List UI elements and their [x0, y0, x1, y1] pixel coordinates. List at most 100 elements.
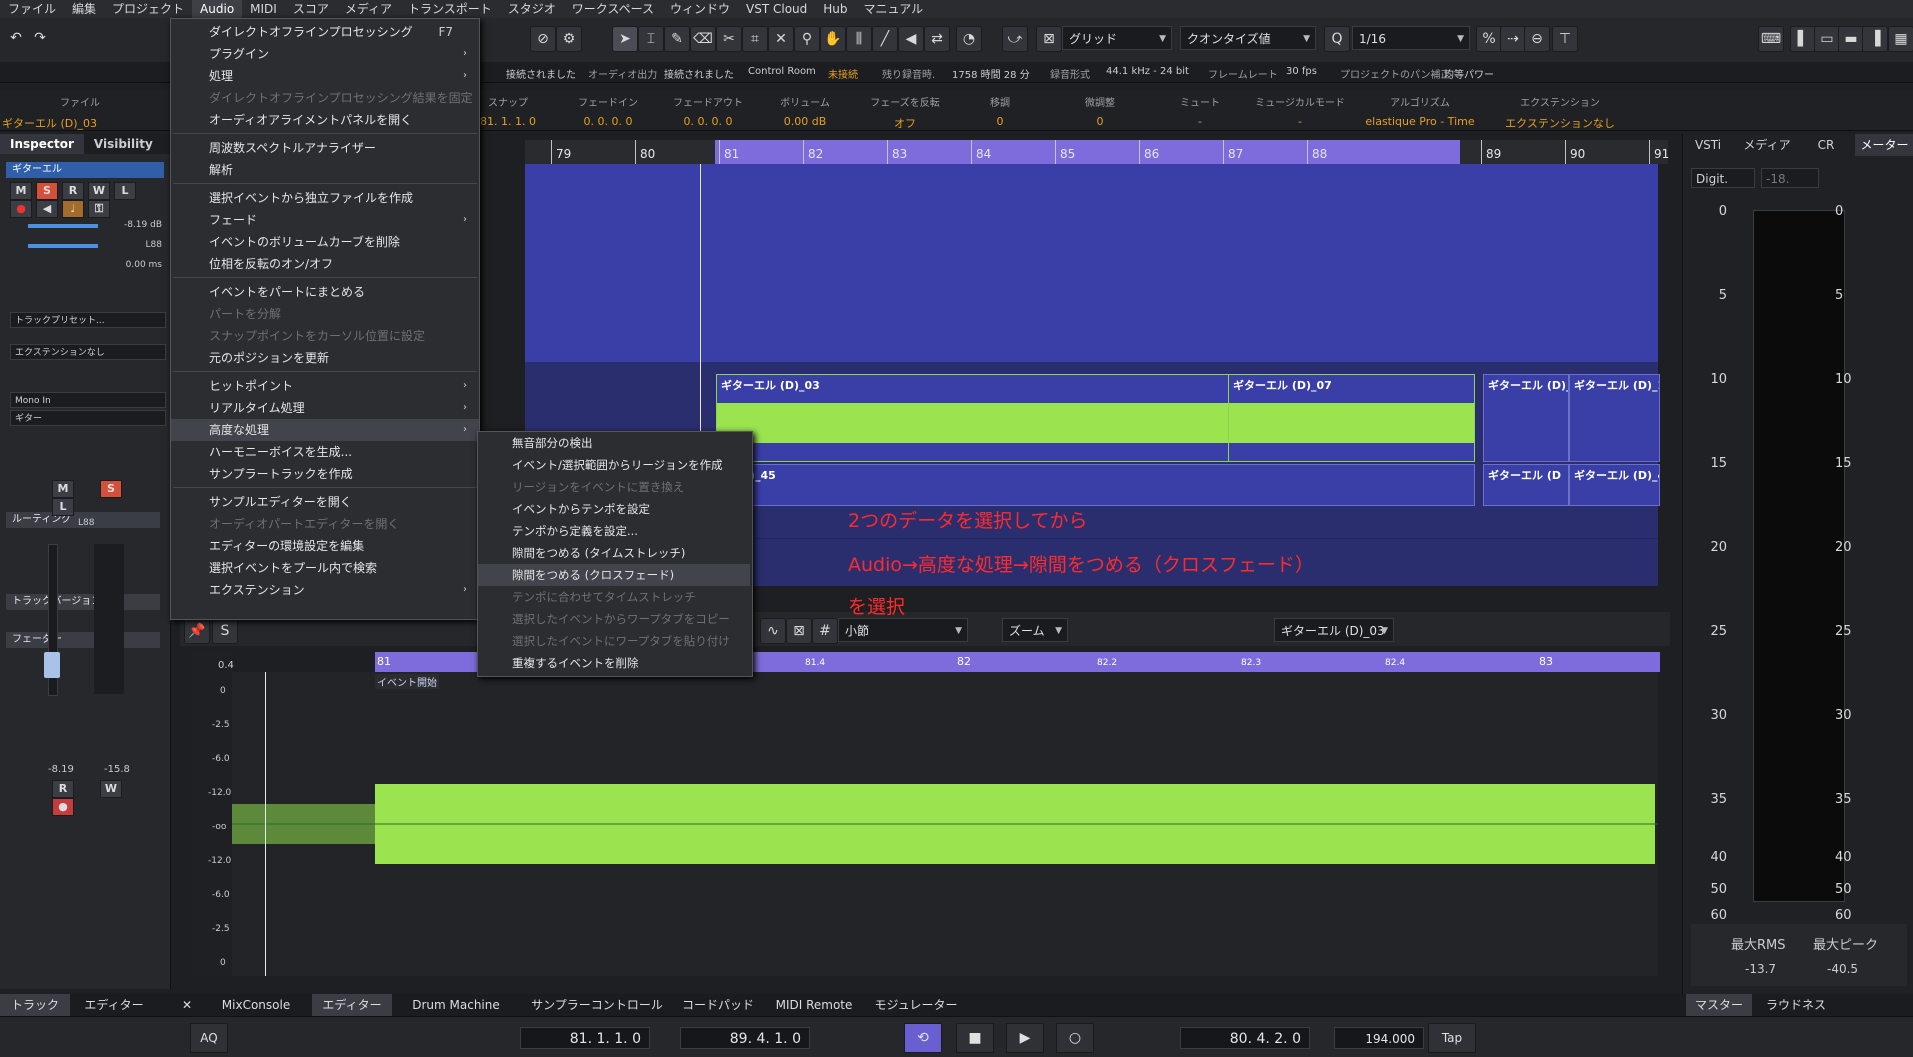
info-transpose[interactable]: 移調 0: [960, 94, 1040, 128]
menu-media[interactable]: メディア: [337, 0, 400, 18]
play-icon[interactable]: ▶: [1006, 1023, 1044, 1053]
menu-item[interactable]: 重複するイベントを削除: [478, 652, 750, 674]
keyboard-icon[interactable]: ⌨: [1758, 26, 1784, 52]
tab-visibility[interactable]: Visibility: [84, 134, 163, 154]
info-fadein[interactable]: フェードイン 0. 0. 0. 0: [568, 94, 648, 128]
sample-editor[interactable]: [232, 672, 1658, 976]
info-fadeout[interactable]: フェードアウト 0. 0. 0. 0: [668, 94, 748, 128]
layout-right-icon[interactable]: ▐: [1862, 26, 1888, 52]
menu-item[interactable]: 位相を反転のオン/オフ: [171, 253, 479, 275]
menu-item[interactable]: 解析: [171, 159, 479, 181]
menu-window[interactable]: ウィンドウ: [662, 0, 738, 18]
audio-event[interactable]: ギターエル (D)_07: [1483, 374, 1569, 462]
object-select-icon[interactable]: ➤: [612, 26, 638, 52]
info-finetune[interactable]: 微調整 0: [1060, 94, 1140, 128]
quantize-value-select[interactable]: 1/16 ▼: [1352, 26, 1470, 50]
timewarp-icon[interactable]: ⫼: [846, 26, 872, 52]
tab-inspector[interactable]: Inspector: [0, 134, 84, 154]
grid-type-select[interactable]: 小節 ▼: [838, 618, 968, 642]
track-lane[interactable]: [525, 164, 1658, 187]
track-preset-select[interactable]: トラックプリセット...: [10, 312, 166, 328]
tab-sampler-control[interactable]: サンプラーコントロール: [522, 994, 672, 1016]
pan-slider[interactable]: [28, 244, 98, 248]
layout-bottom-icon[interactable]: ▬: [1838, 26, 1864, 52]
erase-icon[interactable]: ⌫: [690, 26, 716, 52]
track-lane[interactable]: [525, 186, 1658, 209]
track-lane[interactable]: [525, 230, 1658, 267]
fader-mute-button[interactable]: M: [52, 480, 74, 498]
glue-icon[interactable]: ⌗: [742, 26, 768, 52]
range-select-icon[interactable]: ⌶: [638, 26, 664, 52]
tab-media[interactable]: メディア: [1737, 134, 1797, 156]
tab-modulator[interactable]: モジュレーター: [868, 994, 964, 1016]
hand-icon[interactable]: ✋: [820, 26, 846, 52]
info-phase[interactable]: フェーズを反転 オフ: [860, 94, 950, 131]
menu-transport[interactable]: トランスポート: [400, 0, 500, 18]
grid-icon[interactable]: #: [812, 618, 838, 644]
pin-icon[interactable]: 📌: [184, 618, 210, 644]
fader-solo-button[interactable]: S: [100, 480, 122, 498]
quantize-icon[interactable]: Q: [1324, 26, 1350, 52]
extension-select[interactable]: エクステンションなし: [10, 344, 166, 360]
fader-handle[interactable]: [44, 652, 60, 678]
record-enable-icon[interactable]: ●: [10, 200, 32, 218]
menu-item[interactable]: 周波数スペクトルアナライザー: [171, 137, 479, 159]
track-lane[interactable]: [525, 338, 1658, 363]
tab-master[interactable]: マスター: [1686, 994, 1752, 1016]
menu-item[interactable]: 選択イベントをプール内で検索: [171, 557, 479, 579]
draw-icon[interactable]: ✎: [664, 26, 690, 52]
track-lane[interactable]: [525, 302, 1658, 339]
event-select[interactable]: ギターエル (D)_03 ▼: [1274, 618, 1394, 642]
menu-item[interactable]: 無音部分の検出: [478, 432, 750, 454]
line-icon[interactable]: ╱: [872, 26, 898, 52]
menu-workspace[interactable]: ワークスペース: [564, 0, 662, 18]
layout-lower-icon[interactable]: ▭: [1814, 26, 1840, 52]
aq-button[interactable]: AQ: [190, 1023, 228, 1053]
read-button[interactable]: R: [62, 182, 84, 200]
tab-vsti[interactable]: VSTi: [1683, 134, 1733, 156]
layout-full-icon[interactable]: ▦: [1888, 26, 1913, 52]
tab-drum-machine[interactable]: Drum Machine: [396, 994, 516, 1016]
left-locator[interactable]: 81. 1. 1. 0: [520, 1027, 650, 1049]
menu-vst-cloud[interactable]: VST Cloud: [738, 0, 815, 18]
snap-type-select[interactable]: グリッド ▼: [1062, 26, 1172, 50]
section-fader[interactable]: フェーダー: [6, 632, 160, 648]
fader-write-button[interactable]: W: [100, 780, 122, 798]
tab-loudness[interactable]: ラウドネス: [1756, 994, 1836, 1016]
meter-type-select[interactable]: Digit.: [1691, 168, 1755, 188]
comp-icon[interactable]: ⇄: [924, 26, 950, 52]
menu-audio[interactable]: Audio: [192, 0, 243, 18]
info-mute[interactable]: ミュート -: [1160, 94, 1240, 128]
solo-button[interactable]: S: [36, 182, 58, 200]
audio-event-selected[interactable]: ギターエル (D)_07: [1228, 374, 1475, 462]
menu-item[interactable]: 隙間をつめる (タイムストレッチ): [478, 542, 750, 564]
menu-manual[interactable]: マニュアル: [856, 0, 932, 18]
tab-midi-remote[interactable]: MIDI Remote: [764, 994, 864, 1016]
menu-item[interactable]: 元のポジションを更新: [171, 347, 479, 369]
auto-scroll-icon[interactable]: ⤻: [1002, 26, 1028, 52]
tab-chord-pads[interactable]: コードパッド: [676, 994, 760, 1016]
stop-icon[interactable]: ■: [956, 1023, 994, 1053]
menu-project[interactable]: プロジェクト: [104, 0, 192, 18]
menu-item[interactable]: 選択イベントから独立ファイルを作成: [171, 187, 479, 209]
undo-icon[interactable]: ↶: [4, 26, 28, 50]
menu-item[interactable]: イベントのボリュームカーブを削除: [171, 231, 479, 253]
volume-slider[interactable]: [28, 224, 98, 228]
automation-icon[interactable]: ⊘: [530, 26, 556, 52]
fader-read-button[interactable]: R: [52, 780, 74, 798]
redo-icon[interactable]: ↷: [28, 26, 52, 50]
audio-event[interactable]: ル (D)_45: [716, 464, 1475, 506]
tab-cr[interactable]: CR: [1801, 134, 1851, 156]
menu-item[interactable]: イベント/選択範囲からリージョンを作成: [478, 454, 750, 476]
color-icon[interactable]: ◔: [956, 26, 982, 52]
mute-tool-icon[interactable]: ✕: [768, 26, 794, 52]
input-routing-select[interactable]: Mono In: [10, 392, 166, 408]
tab-editor[interactable]: エディター: [312, 994, 392, 1016]
menu-midi[interactable]: MIDI: [242, 0, 285, 18]
menu-item[interactable]: サンプラートラックを作成: [171, 463, 479, 485]
menu-hub[interactable]: Hub: [815, 0, 855, 18]
cycle-icon[interactable]: ⟲: [904, 1023, 942, 1053]
section-track-version[interactable]: トラックバージョン: [6, 594, 160, 610]
tab-track[interactable]: トラック: [0, 994, 70, 1016]
menu-item[interactable]: オーディオアライメントパネルを開く: [171, 109, 479, 131]
